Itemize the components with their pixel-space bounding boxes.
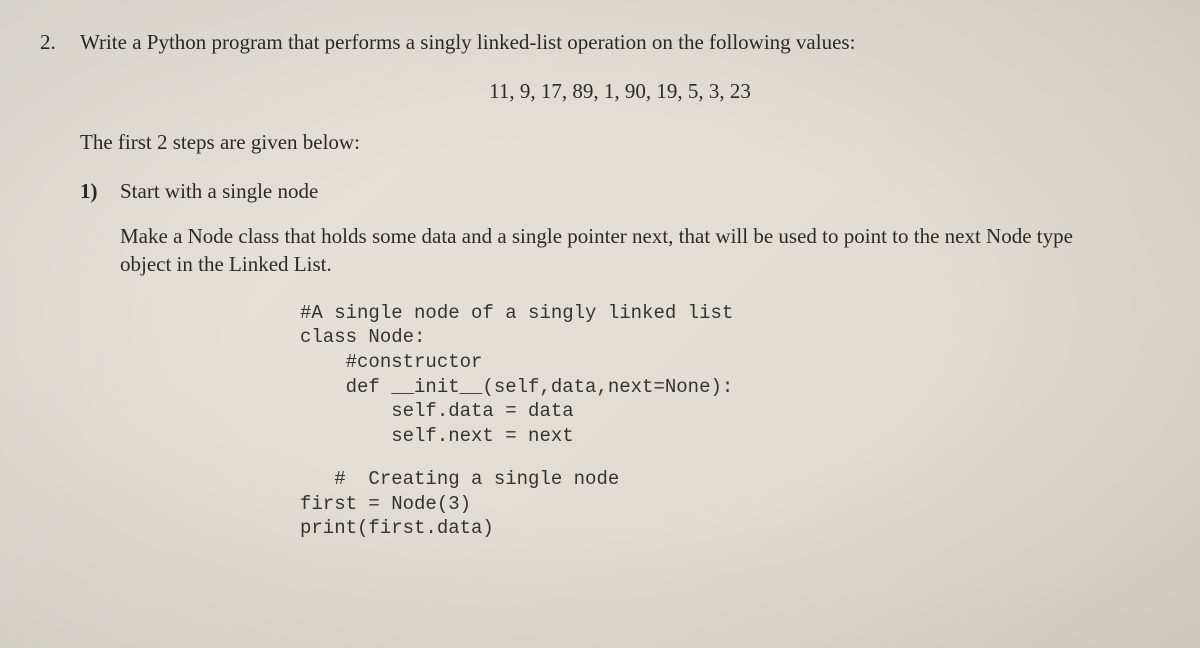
step-1-title: Start with a single node [120,179,1160,204]
step-1-number: 1) [80,179,106,204]
question-header: 2. Write a Python program that performs … [40,30,1160,55]
code-block-2: # Creating a single node first = Node(3)… [300,467,1160,541]
code-block-1: #A single node of a singly linked list c… [300,301,1160,449]
step-1-description: Make a Node class that holds some data a… [120,222,1100,279]
intro-text: The first 2 steps are given below: [80,130,1160,155]
values-list: 11, 9, 17, 89, 1, 90, 19, 5, 3, 23 [80,79,1160,104]
step-1-header: 1) Start with a single node [80,179,1160,204]
question-text: Write a Python program that performs a s… [80,30,1160,55]
question-number: 2. [40,30,64,55]
